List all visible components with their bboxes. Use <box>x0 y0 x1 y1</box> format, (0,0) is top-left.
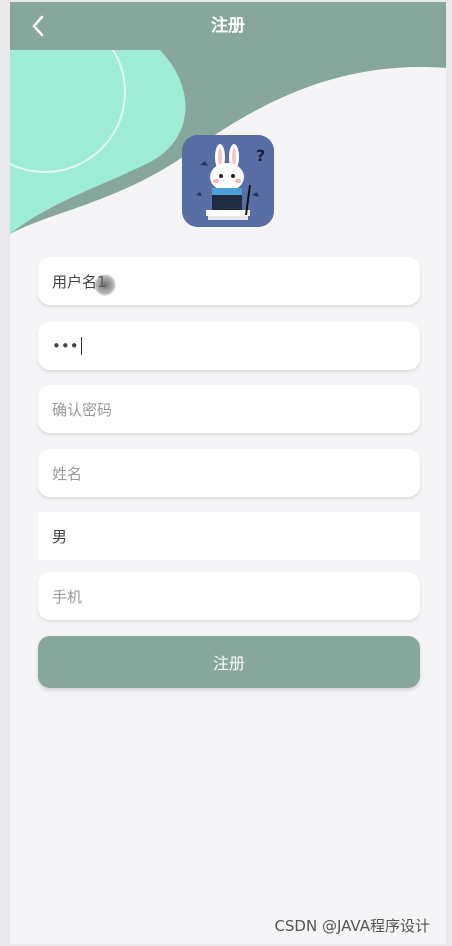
phone-field[interactable]: 手机 <box>38 572 420 620</box>
name-placeholder: 姓名 <box>52 464 83 483</box>
register-screen: 注册 ? 用户名1 ••• 确认密码 姓名 男 手机 注册 CSDN @JAVA… <box>10 2 446 944</box>
name-field[interactable]: 姓名 <box>38 449 420 497</box>
confirm-password-placeholder: 确认密码 <box>52 400 113 419</box>
username-value: 用户名1 <box>52 272 107 291</box>
app-logo: ? <box>182 135 274 227</box>
confirm-password-field[interactable]: 确认密码 <box>38 385 420 433</box>
username-field[interactable]: 用户名1 <box>38 257 420 305</box>
rabbit-mascot-icon: ? <box>182 135 274 227</box>
register-button-label: 注册 <box>212 654 245 673</box>
back-arrow-icon <box>32 15 44 37</box>
back-button[interactable] <box>20 8 56 44</box>
gender-value: 男 <box>52 527 68 546</box>
phone-placeholder: 手机 <box>52 587 83 606</box>
page-title: 注册 <box>211 16 245 36</box>
register-button[interactable]: 注册 <box>38 636 420 688</box>
header-bar: 注册 <box>10 2 446 50</box>
gender-select[interactable]: 男 <box>38 512 420 560</box>
svg-text:?: ? <box>256 146 265 165</box>
password-field[interactable]: ••• <box>38 322 420 370</box>
password-value: ••• <box>52 337 79 355</box>
watermark: CSDN @JAVA程序设计 <box>274 917 430 935</box>
text-caret <box>80 337 82 355</box>
